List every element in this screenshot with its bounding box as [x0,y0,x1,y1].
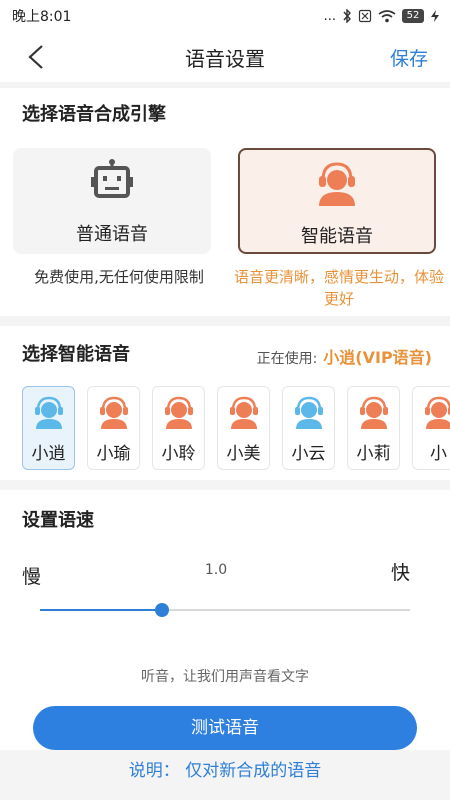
voice-section-title: 选择智能语音 [22,344,130,365]
bluetooth-icon [343,9,351,23]
voice-item[interactable]: 小莉 [347,386,400,470]
voice-item[interactable]: 小逍 [22,386,75,470]
speed-section: 设置语速 慢 1.0 快 听音，让我们用声音看文字 测试语音 [0,490,450,750]
save-button[interactable]: 保存 [390,44,428,71]
voice-avatar-icon [34,396,63,429]
voice-name: 小 [430,444,447,464]
back-arrow-icon[interactable] [24,44,48,70]
in-use-indicator: 正在使用: 小逍(VIP语音) [257,344,432,368]
note-text: 说明： 仅对新合成的语音 [128,761,322,781]
speed-section-title: 设置语速 [22,510,94,531]
voice-item[interactable]: 小 [412,386,450,470]
in-use-voice-name: 小逍(VIP语音) [323,348,432,367]
voice-item[interactable]: 小美 [217,386,270,470]
signal-dots: ... [323,8,336,24]
voice-name: 小莉 [356,444,391,464]
voice-avatar-icon [359,396,388,429]
page-title: 语音设置 [185,46,265,71]
smart-voice-card[interactable]: 智能语音 [238,148,436,254]
voice-name: 小瑜 [96,444,131,464]
speed-slider-fill [40,609,163,611]
speed-slider-thumb[interactable] [155,603,170,617]
voice-list: 小逍 小瑜 小聆 小美 小云 小莉 小 [0,386,450,470]
voice-name: 小逍 [31,444,66,464]
voice-avatar-icon [99,396,128,429]
battery-level: 52 [402,9,424,23]
voice-item[interactable]: 小聆 [152,386,205,470]
voice-item[interactable]: 小云 [282,386,335,470]
voice-settings-page: 晚上8:01 ... 52 语音设置 保存 选择语音合成引擎 普通语音 智能语音… [0,0,450,800]
voice-avatar-icon [229,396,258,429]
voice-name: 小美 [226,444,261,464]
voice-item[interactable]: 小瑜 [87,386,140,470]
robot-icon [91,159,133,198]
test-voice-button[interactable]: 测试语音 [33,706,417,750]
voice-avatar-icon [424,396,450,429]
in-use-label: 正在使用: [256,351,318,367]
normal-voice-card[interactable]: 普通语音 [13,148,211,254]
normal-voice-label: 普通语音 [76,224,148,245]
charging-icon [431,10,439,22]
voice-section: 选择智能语音 正在使用: 小逍(VIP语音) 小逍 小瑜 小聆 小美 小云 小莉 小 [0,326,450,480]
smart-voice-label: 智能语音 [301,226,373,247]
normal-voice-description: 免费使用,无任何使用限制 [34,268,204,286]
headset-person-icon [319,162,355,206]
engine-section-title: 选择语音合成引擎 [22,104,166,125]
speed-hint: 听音，让我们用声音看文字 [141,669,309,685]
status-time: 晚上8:01 [12,9,72,25]
voice-name: 小聆 [161,444,196,464]
status-bar: 晚上8:01 ... 52 [0,0,450,32]
voice-avatar-icon [164,396,193,429]
voice-avatar-icon [294,396,323,429]
sim-off-icon [358,9,372,23]
voice-name: 小云 [291,444,326,464]
header-bar: 语音设置 保存 [0,32,450,82]
smart-voice-description: 语音更清晰，感情更生动，体验更好 [233,268,444,308]
wifi-icon [378,10,396,23]
speed-slider[interactable] [40,603,410,617]
fast-label: 快 [390,562,410,584]
status-icons: ... 52 [324,9,440,24]
engine-section: 选择语音合成引擎 普通语音 智能语音 免费使用,无任何使用限制 语音更清晰，感情… [0,88,450,316]
speed-value: 1.0 [204,562,228,578]
